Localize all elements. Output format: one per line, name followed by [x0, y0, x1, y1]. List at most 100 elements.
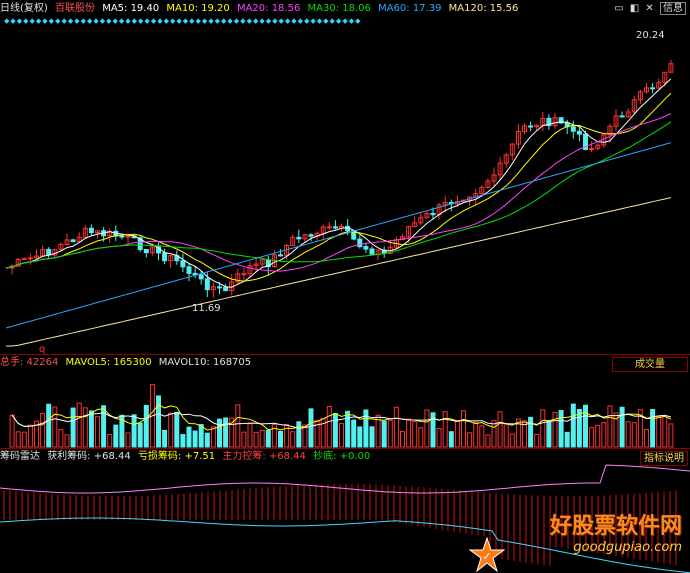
candle-body	[27, 257, 33, 260]
volume-bar	[210, 426, 216, 448]
volume-bar	[576, 408, 582, 448]
minimize-icon[interactable]: ▭	[614, 3, 623, 14]
volume-bar	[101, 405, 107, 448]
period-label[interactable]: 日线(复权)	[0, 3, 48, 14]
volume-bar	[223, 417, 229, 448]
info-icon[interactable]: 信息	[660, 2, 686, 15]
ma5-value: MA5: 19.40	[102, 3, 160, 14]
candle-body	[46, 248, 52, 256]
candle-body	[650, 87, 656, 90]
moving-average-lines	[5, 78, 672, 347]
volume-bar	[339, 423, 344, 448]
volume-bar	[644, 429, 649, 448]
stock-name: 百联股份	[55, 3, 95, 14]
close-icon[interactable]: ✕	[645, 3, 653, 14]
volume-bar	[497, 411, 503, 448]
volume-bar	[558, 409, 564, 448]
profit-chips: 获利筹码: +68.44	[47, 451, 131, 462]
high-price-label: 20.24	[636, 30, 665, 41]
indicator-help-tab[interactable]: 指标说明	[640, 451, 688, 466]
candle-body	[278, 254, 283, 257]
volume-bar	[418, 427, 424, 448]
volume-bar	[217, 418, 222, 448]
watermark-title: 好股票软件网	[549, 514, 682, 539]
loss-chips: 亏损筹码: +7.51	[137, 451, 216, 462]
volume-bar	[137, 422, 143, 448]
volume-bar	[479, 425, 485, 448]
candlestick-series	[9, 60, 674, 298]
signal-markers: ◆◆◆◆◆◆◆◆◆◆◆◆◆◆◆◆◆◆◆◆◆◆◆◆◆◆◆◆◆◆◆◆◆◆◆◆◆◆◆◆…	[4, 17, 362, 25]
volume-bar	[509, 433, 515, 448]
candle-body	[619, 115, 625, 118]
volume-bar	[174, 411, 180, 448]
candle-body	[125, 235, 131, 238]
candle-body	[528, 125, 534, 128]
volume-bar	[393, 406, 399, 448]
window-controls: ▭ ◧ ✕ 信息	[611, 2, 686, 16]
volume-bar	[546, 420, 552, 448]
volume-bar	[278, 430, 283, 448]
volume-tab[interactable]: 成交量	[612, 357, 688, 372]
volume-bar	[412, 421, 418, 448]
ma-line	[6, 197, 672, 347]
volume-indicator-divider	[0, 448, 690, 449]
volume-bar	[351, 419, 357, 448]
volume-bar	[76, 402, 82, 448]
volume-bar	[485, 434, 491, 448]
candle-body	[198, 274, 204, 280]
volume-bar	[601, 422, 607, 448]
volume-bar	[387, 419, 393, 448]
ma10-value: MA10: 19.20	[166, 3, 230, 14]
watermark-url: goodgupiao.com	[573, 540, 682, 555]
candle-body	[204, 278, 210, 291]
watermark: 好股票软件网 goodgupiao.com	[492, 508, 682, 555]
volume-bar	[473, 421, 479, 448]
volume-bar	[180, 434, 186, 448]
volume-bar	[369, 426, 375, 448]
volume-bar	[70, 407, 76, 448]
volume-bar	[436, 428, 442, 448]
chart-canvas	[0, 60, 690, 573]
volume-bar	[143, 404, 149, 448]
volume-bar	[503, 424, 509, 448]
ma-line	[5, 78, 672, 288]
volume-bar	[27, 424, 33, 448]
volume-bar	[345, 410, 351, 448]
volume-bar	[564, 431, 570, 448]
volume-bar	[46, 403, 52, 448]
volume-bar	[253, 431, 259, 448]
volume-bar	[241, 431, 247, 448]
ma30-value: MA30: 18.06	[307, 3, 371, 14]
candle-body	[223, 286, 229, 292]
ma60-value: MA60: 17.39	[378, 3, 442, 14]
volume-bar	[491, 420, 497, 448]
volume-bar	[332, 412, 338, 448]
candle-body	[363, 246, 369, 250]
mavol5-value: MAVOL5: 165300	[65, 357, 152, 368]
mavol10-value: MAVOL10: 168705	[158, 357, 252, 368]
candle-body	[430, 212, 436, 216]
candle-body	[296, 236, 302, 240]
volume-bar	[326, 405, 332, 448]
restore-icon[interactable]: ◧	[630, 3, 639, 14]
volume-bar	[607, 405, 613, 448]
volume-bar	[308, 408, 314, 448]
volume-bar	[656, 416, 662, 448]
main-chart-header: 日线(复权) 百联股份 MA5: 19.40 MA10: 19.20 MA20:…	[0, 2, 522, 16]
volume-bar	[625, 421, 631, 448]
volume-bar	[82, 407, 88, 448]
candle-body	[186, 266, 192, 274]
volume-bar	[668, 423, 674, 448]
volume-bar	[156, 395, 161, 448]
indicator-name[interactable]: 筹码雷达	[0, 451, 40, 462]
volume-header: 总手: 42264 MAVOL5: 165300 MAVOL10: 168705	[0, 356, 255, 370]
total-volume: 总手: 42264	[0, 357, 59, 368]
volume-bar	[40, 413, 46, 448]
low-price-label: 11.69	[192, 303, 221, 314]
volume-bar	[406, 418, 412, 448]
volume-bar	[619, 406, 625, 448]
candle-body	[332, 226, 338, 229]
candle-body	[70, 239, 76, 243]
volume-bar	[570, 403, 576, 448]
candle-body	[88, 227, 94, 234]
